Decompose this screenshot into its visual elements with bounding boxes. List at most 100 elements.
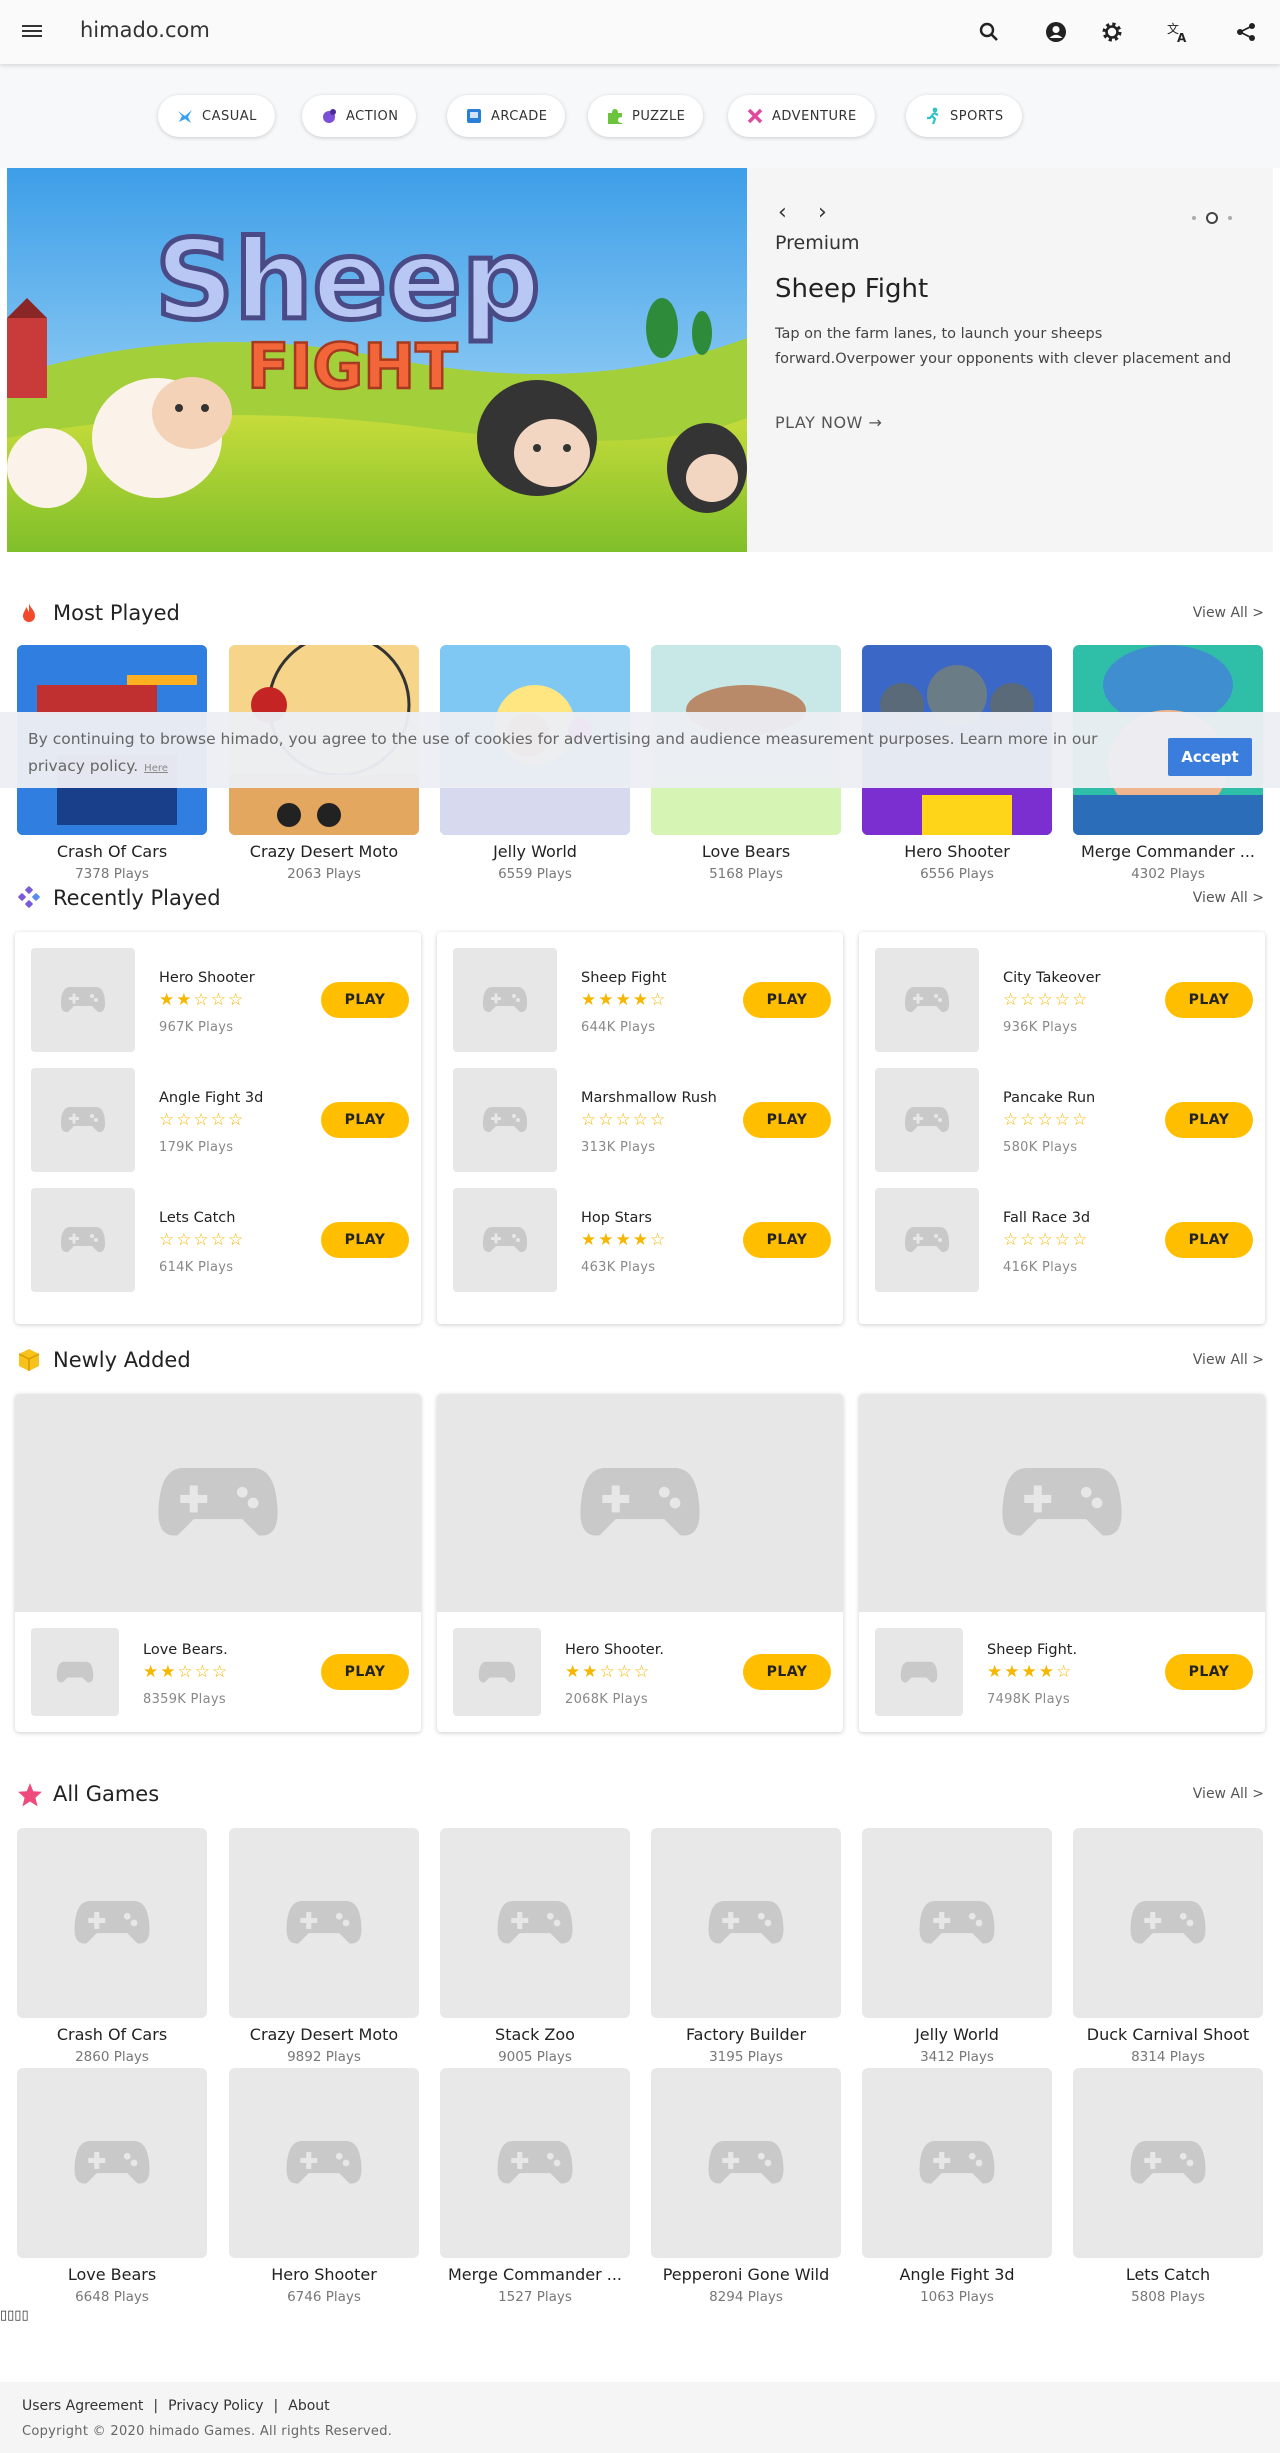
carousel-hero-image[interactable]: Sheep FIGHT xyxy=(7,168,747,552)
game-tile[interactable]: Duck Carnival Shoot 8314 Plays xyxy=(1073,1828,1263,2065)
game-row[interactable]: Pancake Run ☆☆☆☆☆ 580K Plays PLAY xyxy=(875,1068,1253,1172)
play-button[interactable]: PLAY xyxy=(743,982,831,1018)
gamepad-placeholder-icon xyxy=(453,1628,541,1716)
gamepad-placeholder-icon xyxy=(229,1828,419,2018)
gear-icon[interactable] xyxy=(1098,18,1126,46)
category-sports[interactable]: SPORTS xyxy=(906,95,1022,137)
gamepad-placeholder-icon xyxy=(17,1828,207,2018)
category-arcade[interactable]: ARCADE xyxy=(447,95,566,137)
share-icon[interactable] xyxy=(1232,18,1260,46)
footer-link-privacy-policy[interactable]: Privacy Policy xyxy=(168,2398,263,2414)
game-tile[interactable]: Crash Of Cars 2860 Plays xyxy=(17,1828,207,2065)
play-button[interactable]: PLAY xyxy=(743,1654,831,1690)
game-name: Love Bears xyxy=(701,842,791,861)
game-row[interactable]: Hero Shooter ★★☆☆☆ 967K Plays PLAY xyxy=(31,948,409,1052)
all-games-view-all[interactable]: View All > xyxy=(1193,1786,1264,1802)
play-button[interactable]: PLAY xyxy=(321,1654,409,1690)
cookie-text: By continuing to browse himado, you agre… xyxy=(28,730,1098,775)
gamepad-placeholder-icon xyxy=(875,1188,979,1292)
star-rating: ☆☆☆☆☆ xyxy=(581,1110,668,1130)
game-row[interactable]: Hero Shooter. ★★☆☆☆ 2068K Plays PLAY xyxy=(453,1628,831,1716)
carousel-next-arrow[interactable]: › xyxy=(818,200,827,225)
carousel-dot-active[interactable] xyxy=(1206,212,1218,224)
menu-icon[interactable] xyxy=(22,22,42,40)
footer-link-users-agreement[interactable]: Users Agreement xyxy=(22,2398,143,2414)
category-label: CASUAL xyxy=(202,108,257,124)
recently-played-card: City Takeover ☆☆☆☆☆ 936K Plays PLAY Panc… xyxy=(859,932,1265,1324)
game-row[interactable]: Hop Stars ★★★★☆ 463K Plays PLAY xyxy=(453,1188,831,1292)
account-icon[interactable] xyxy=(1042,18,1070,46)
play-button[interactable]: PLAY xyxy=(1165,1654,1253,1690)
category-action[interactable]: ACTION xyxy=(302,95,417,137)
play-button[interactable]: PLAY xyxy=(321,1222,409,1258)
gamepad-placeholder-icon xyxy=(453,1188,557,1292)
game-name: Angle Fight 3d xyxy=(159,1090,264,1106)
play-button[interactable]: PLAY xyxy=(1165,1222,1253,1258)
game-row[interactable]: Angle Fight 3d ☆☆☆☆☆ 179K Plays PLAY xyxy=(31,1068,409,1172)
play-button[interactable]: PLAY xyxy=(321,982,409,1018)
category-puzzle[interactable]: PUZZLE xyxy=(588,95,704,137)
category-casual[interactable]: CASUAL xyxy=(158,95,275,137)
play-now-link[interactable]: PLAY NOW → xyxy=(775,413,882,432)
play-button[interactable]: PLAY xyxy=(1165,982,1253,1018)
search-icon[interactable] xyxy=(975,18,1003,46)
gamepad-placeholder-icon xyxy=(453,948,557,1052)
star-rating: ☆☆☆☆☆ xyxy=(1003,1230,1090,1250)
cookie-here-link[interactable]: Here xyxy=(144,763,168,774)
gamepad-placeholder-icon xyxy=(453,1068,557,1172)
game-name: Jelly World xyxy=(915,2025,999,2044)
play-button[interactable]: PLAY xyxy=(1165,1102,1253,1138)
game-name: Angle Fight 3d xyxy=(899,2265,1015,2284)
category-adventure[interactable]: ADVENTURE xyxy=(728,95,875,137)
game-row[interactable]: City Takeover ☆☆☆☆☆ 936K Plays PLAY xyxy=(875,948,1253,1052)
game-tile[interactable]: Crazy Desert Moto 9892 Plays xyxy=(229,1828,419,2065)
game-tile[interactable]: Merge Commander ... 1527 Plays xyxy=(440,2068,630,2305)
play-button[interactable]: PLAY xyxy=(321,1102,409,1138)
footer-link-about[interactable]: About xyxy=(288,2398,329,2414)
carousel-dots xyxy=(1192,212,1232,224)
game-tile[interactable]: Lets Catch 5808 Plays xyxy=(1073,2068,1263,2305)
game-name: Hop Stars xyxy=(581,1210,652,1226)
recently-played-view-all[interactable]: View All > xyxy=(1193,890,1264,906)
game-name: Jelly World xyxy=(493,842,577,861)
game-row[interactable]: Love Bears. ★★☆☆☆ 8359K Plays PLAY xyxy=(31,1628,409,1716)
game-row[interactable]: Sheep Fight. ★★★★☆ 7498K Plays PLAY xyxy=(875,1628,1253,1716)
game-tile[interactable]: Stack Zoo 9005 Plays xyxy=(440,1828,630,2065)
carousel-dot[interactable] xyxy=(1228,216,1232,220)
gamepad-placeholder-icon xyxy=(651,2068,841,2258)
gamepad-placeholder-icon xyxy=(17,2068,207,2258)
most-played-view-all[interactable]: View All > xyxy=(1193,605,1264,621)
play-button[interactable]: PLAY xyxy=(743,1102,831,1138)
game-tile[interactable]: Jelly World 3412 Plays xyxy=(862,1828,1052,2065)
game-row[interactable]: Lets Catch ☆☆☆☆☆ 614K Plays PLAY xyxy=(31,1188,409,1292)
newly-added-card[interactable]: Hero Shooter. ★★☆☆☆ 2068K Plays PLAY xyxy=(437,1394,843,1732)
game-tile[interactable]: Angle Fight 3d 1063 Plays xyxy=(862,2068,1052,2305)
game-row[interactable]: Marshmallow Rush ☆☆☆☆☆ 313K Plays PLAY xyxy=(453,1068,831,1172)
gamepad-placeholder-icon xyxy=(31,1068,135,1172)
gamepad-placeholder-icon xyxy=(31,948,135,1052)
game-tile[interactable]: Pepperoni Gone Wild 8294 Plays xyxy=(651,2068,841,2305)
translate-icon[interactable]: 文A xyxy=(1164,18,1192,46)
game-row[interactable]: Fall Race 3d ☆☆☆☆☆ 416K Plays PLAY xyxy=(875,1188,1253,1292)
carousel-prev-arrow[interactable]: ‹ xyxy=(778,200,787,225)
game-plays: 9892 Plays xyxy=(287,2049,361,2065)
footer: Users Agreement | Privacy Policy | About Cop… xyxy=(0,2382,1280,2453)
play-button[interactable]: PLAY xyxy=(743,1222,831,1258)
newly-added-view-all[interactable]: View All > xyxy=(1193,1352,1264,1368)
game-row[interactable]: Sheep Fight ★★★★☆ 644K Plays PLAY xyxy=(453,948,831,1052)
most-played-heading: Most Played xyxy=(17,601,180,625)
game-plays: 614K Plays xyxy=(159,1260,234,1275)
newly-added-card[interactable]: Love Bears. ★★☆☆☆ 8359K Plays PLAY xyxy=(15,1394,421,1732)
newly-added-card[interactable]: Sheep Fight. ★★★★☆ 7498K Plays PLAY xyxy=(859,1394,1265,1732)
game-tile[interactable]: Hero Shooter 6746 Plays xyxy=(229,2068,419,2305)
game-tile[interactable]: Love Bears 6648 Plays xyxy=(17,2068,207,2305)
game-name: Factory Builder xyxy=(685,2025,807,2044)
game-tile[interactable]: Factory Builder 3195 Plays xyxy=(651,1828,841,2065)
accept-cookies-button[interactable]: Accept xyxy=(1168,738,1252,776)
game-name: Sheep Fight xyxy=(581,970,667,986)
game-name: Sheep Fight. xyxy=(987,1642,1078,1658)
site-logo[interactable]: himado.com xyxy=(80,18,210,42)
carousel-dot[interactable] xyxy=(1192,216,1196,220)
footer-separator: | xyxy=(153,2398,159,2414)
gamepad-placeholder-icon xyxy=(15,1394,421,1612)
